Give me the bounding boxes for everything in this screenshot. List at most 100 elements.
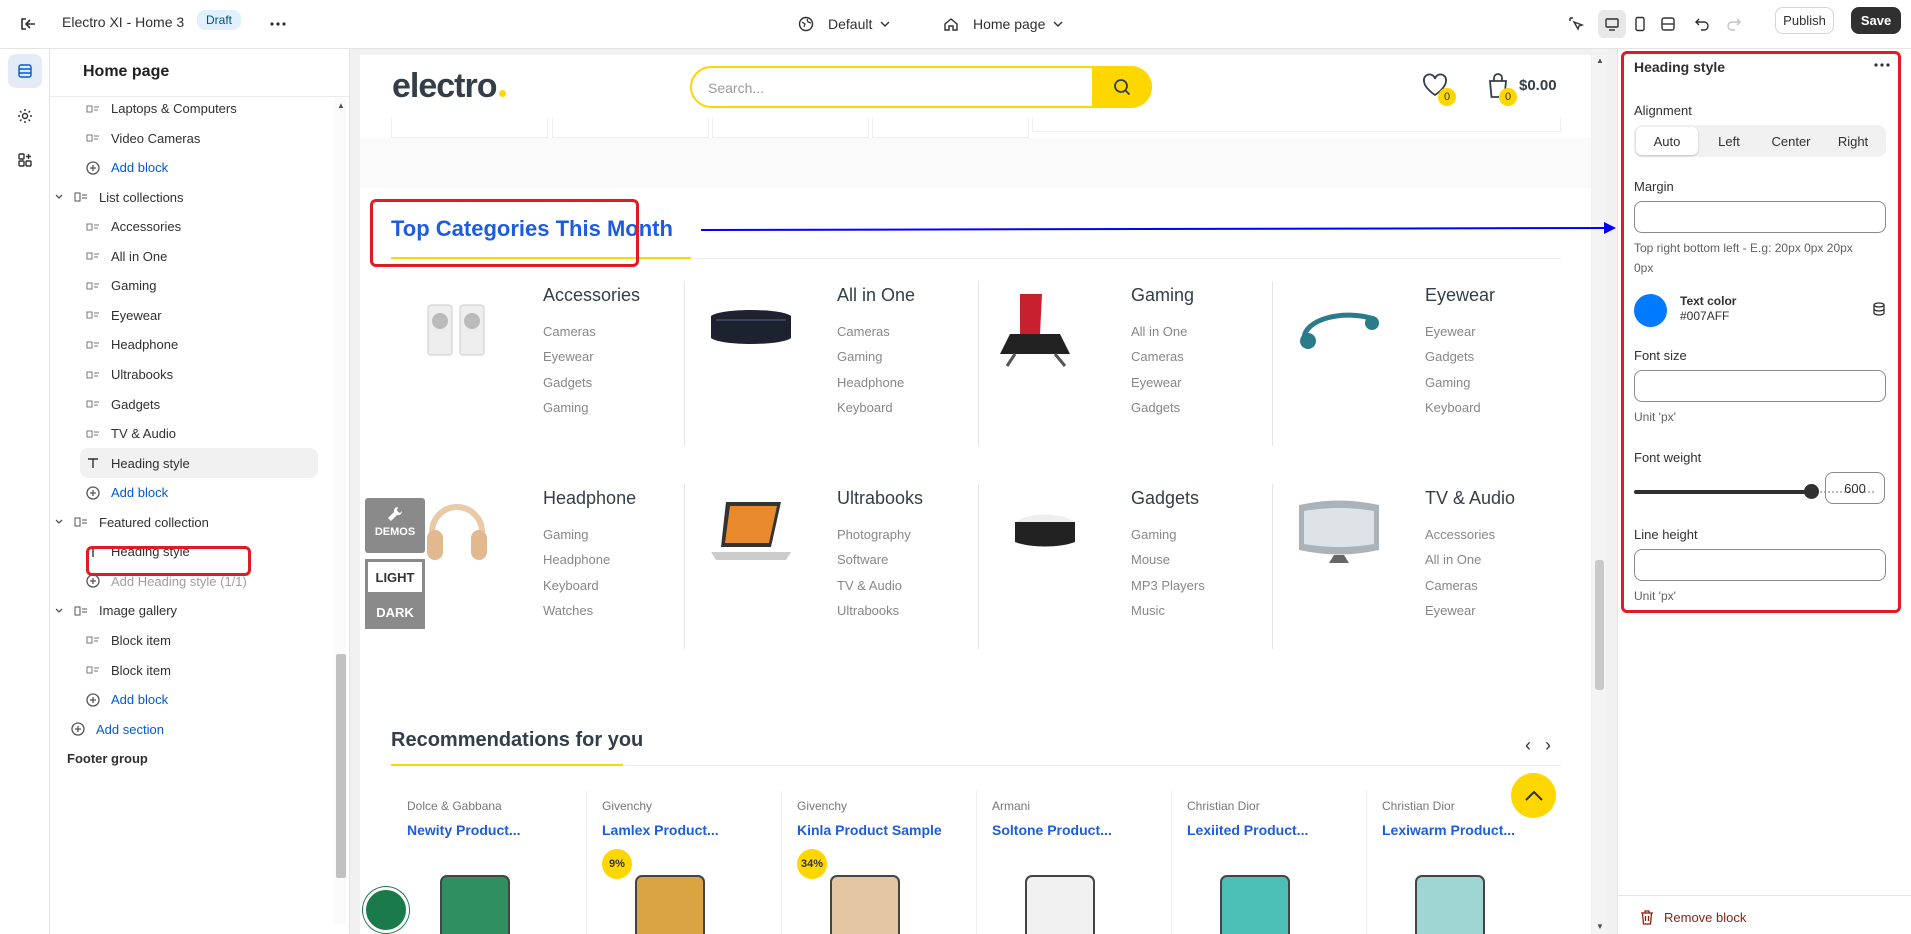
category-link[interactable]: Photography [837,527,911,542]
dark-mode-button[interactable]: DARK [365,595,425,629]
search-button[interactable] [1092,66,1152,108]
product-name[interactable]: Lexiited Product... [1187,822,1308,838]
view-selector[interactable]: Default [798,12,890,36]
product-brand[interactable]: Givenchy [602,799,652,813]
category-link[interactable]: Music [1131,603,1165,618]
product-card[interactable]: Dolce & Gabbana Newity Product... [391,791,586,934]
sidebar-block-item[interactable]: All in One [85,241,167,271]
category-link[interactable]: Eyewear [1131,375,1182,390]
sidebar-scroll-thumb[interactable] [336,654,346,878]
redo-icon[interactable] [1720,10,1748,38]
sidebar-block-item[interactable]: Block item [85,625,171,655]
category-link[interactable]: All in One [1131,324,1187,339]
category-link[interactable]: Keyboard [543,578,599,593]
chevron-down-icon[interactable] [55,519,69,525]
desktop-view-icon[interactable] [1598,10,1626,38]
category-link[interactable]: Gaming [837,349,883,364]
product-name[interactable]: Lexiwarm Product... [1382,822,1515,838]
store-logo[interactable]: electro [392,67,506,106]
sidebar-block-item[interactable]: Laptops & Computers [85,94,237,124]
category-link[interactable]: Ultrabooks [837,603,899,618]
category-image[interactable] [705,490,797,574]
preview-scroll-thumb[interactable] [1595,560,1604,690]
category-link[interactable]: Gaming [1131,527,1177,542]
sidebar-block-item[interactable]: Block item [85,655,171,685]
remove-block-button[interactable]: Remove block [1640,910,1746,925]
inspector-icon[interactable] [1562,10,1590,38]
sidebar-block-item[interactable]: Accessories [85,212,181,242]
sidebar-section-item[interactable]: Image gallery [55,596,177,626]
page-selector[interactable]: Home page [943,12,1063,36]
product-card[interactable]: Givenchy Kinla Product Sample 34% [781,791,976,934]
add-block-link[interactable]: Add block [85,685,168,715]
store-search-field[interactable]: Search... [690,66,1152,108]
add-block-link[interactable]: Add section [70,714,164,744]
light-mode-button[interactable]: LIGHT [365,559,425,595]
category-name[interactable]: Headphone [543,488,636,509]
category-image[interactable] [1293,287,1385,371]
category-link[interactable]: Cameras [543,324,596,339]
category-link[interactable]: All in One [1425,552,1481,567]
undo-icon[interactable] [1688,10,1716,38]
category-image[interactable] [1293,490,1385,574]
mobile-view-icon[interactable] [1626,10,1654,38]
product-name[interactable]: Lamlex Product... [602,822,719,838]
demos-button[interactable]: DEMOS [365,498,425,553]
theme-settings-icon[interactable] [8,99,42,133]
publish-button[interactable]: Publish [1775,7,1834,34]
category-card[interactable]: Ultrabooks Photography Software TV & Audio U… [684,468,978,649]
category-name[interactable]: All in One [837,285,915,306]
category-link[interactable]: MP3 Players [1131,578,1205,593]
category-link[interactable]: Software [837,552,888,567]
preview-scroll-up-icon[interactable]: ▲ [1596,56,1604,65]
sidebar-section-item[interactable]: Featured collection [55,507,209,537]
category-image[interactable] [705,287,797,371]
category-link[interactable]: Keyboard [1425,400,1481,415]
sidebar-block-item[interactable]: Ultrabooks [85,360,173,390]
sidebar-block-item[interactable]: Headphone [85,330,178,360]
sidebar-block-item[interactable]: Video Cameras [85,123,200,153]
fullscreen-icon[interactable] [1654,10,1682,38]
category-name[interactable]: Accessories [543,285,640,306]
category-link[interactable]: Eyewear [543,349,594,364]
preview-scrollbar[interactable] [1592,55,1606,934]
category-card[interactable]: Gaming All in One Cameras Eyewear Gadgets [978,265,1272,446]
category-link[interactable]: Eyewear [1425,324,1476,339]
category-link[interactable]: Gadgets [543,375,592,390]
category-name[interactable]: Ultrabooks [837,488,923,509]
sidebar-block-item[interactable]: Heading style [80,448,318,479]
category-card[interactable]: All in One Cameras Gaming Headphone Keyboard [684,265,978,446]
product-brand[interactable]: Christian Dior [1382,799,1455,813]
sidebar-block-item[interactable]: TV & Audio [85,419,176,449]
sidebar-block-item[interactable]: Gadgets [85,389,160,419]
product-image[interactable] [620,854,720,934]
category-card[interactable]: Eyewear Eyewear Gadgets Gaming Keyboard [1272,265,1566,446]
sidebar-block-item[interactable]: Gaming [85,271,157,301]
exit-icon[interactable] [16,12,40,36]
product-image[interactable] [815,854,915,934]
category-link[interactable]: Headphone [543,552,610,567]
product-brand[interactable]: Armani [992,799,1030,813]
category-image[interactable] [999,490,1091,574]
apps-icon[interactable] [8,143,42,177]
category-link[interactable]: Accessories [1425,527,1495,542]
category-link[interactable]: Eyewear [1425,603,1476,618]
category-link[interactable]: Gadgets [1425,349,1474,364]
more-actions-icon[interactable] [266,12,290,36]
sidebar-section-item[interactable]: List collections [55,182,184,212]
add-block-link[interactable]: Add block [85,478,168,508]
category-link[interactable]: Gaming [1425,375,1471,390]
sidebar-block-item[interactable]: Footer group [67,744,148,774]
add-block-link[interactable]: Add block [85,153,168,183]
category-name[interactable]: TV & Audio [1425,488,1515,509]
category-card[interactable]: TV & Audio Accessories All in One Cameras Ey… [1272,468,1566,649]
category-card[interactable]: Headphone Gaming Headphone Keyboard Watches [391,468,684,633]
product-brand[interactable]: Christian Dior [1187,799,1260,813]
category-card[interactable]: Gadgets Gaming Mouse MP3 Players Music [978,468,1272,649]
category-link[interactable]: Keyboard [837,400,893,415]
category-link[interactable]: Watches [543,603,593,618]
product-name[interactable]: Newity Product... [407,822,521,838]
product-name[interactable]: Soltone Product... [992,822,1112,838]
product-card[interactable]: Givenchy Lamlex Product... 9% [586,791,781,934]
sections-icon[interactable] [8,54,42,88]
